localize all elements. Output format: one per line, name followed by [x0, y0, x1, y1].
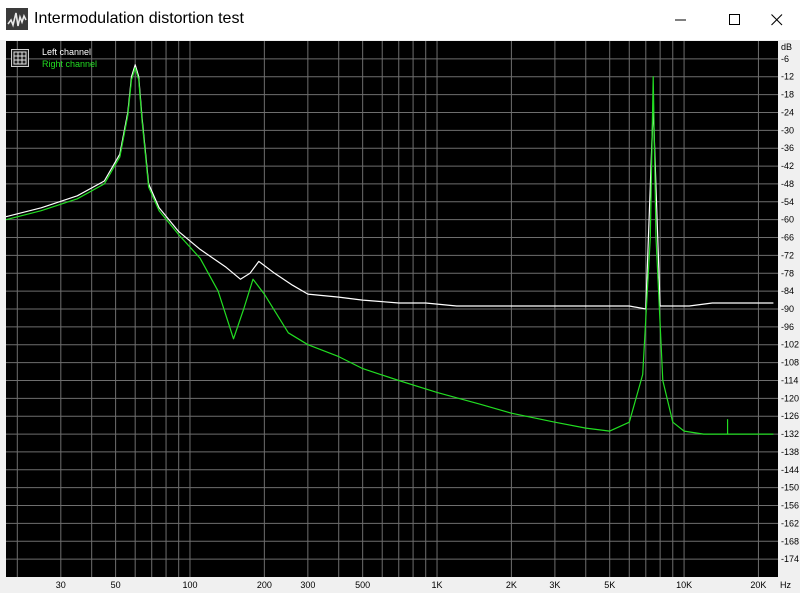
x-tick-label: 500	[355, 580, 370, 590]
y-tick-label: -156	[781, 501, 799, 511]
y-tick-label: -132	[781, 429, 799, 439]
x-tick-label: 5K	[604, 580, 615, 590]
y-tick-label: -18	[781, 90, 794, 100]
y-tick-label: -78	[781, 268, 794, 278]
y-tick-label: -120	[781, 393, 799, 403]
y-tick-label: -150	[781, 483, 799, 493]
y-tick-label: -102	[781, 340, 799, 350]
y-tick-label: -84	[781, 286, 794, 296]
y-tick-label: -138	[781, 447, 799, 457]
y-tick-label: -6	[781, 54, 789, 64]
y-tick-label: -144	[781, 465, 799, 475]
x-tick-label: 3K	[549, 580, 560, 590]
y-tick-labels: -6 -12 -18 -24 -30 -36 -42 -48 -54 -60 -66 -72 -78 -8…	[781, 54, 799, 564]
x-tick-label: 1K	[432, 580, 443, 590]
y-tick-label: -90	[781, 304, 794, 314]
y-tick-label: -108	[781, 358, 799, 368]
legend-left-channel: Left channel	[42, 47, 92, 57]
x-tick-label: 20K	[750, 580, 766, 590]
y-tick-label: -42	[781, 161, 794, 171]
y-tick-label: -60	[781, 215, 794, 225]
y-tick-label: -66	[781, 233, 794, 243]
y-tick-label: -174	[781, 554, 799, 564]
legend-right-channel: Right channel	[42, 59, 98, 69]
x-tick-label: 2K	[506, 580, 517, 590]
y-tick-label: -54	[781, 197, 794, 207]
y-tick-label: -114	[781, 375, 798, 385]
x-tick-label: 30	[56, 580, 66, 590]
y-tick-label: -24	[781, 107, 794, 117]
x-tick-label: 100	[182, 580, 197, 590]
y-axis-unit-label: dB	[781, 42, 792, 52]
spectrum-chart[interactable]: 30 50 100 200 300 500 1K 2K 3K 5K 10K 20K -6-12-18-…	[0, 0, 800, 593]
y-tick-label: -126	[781, 411, 799, 421]
y-tick-label: -72	[781, 250, 794, 260]
x-tick-labels: 30 50 100 200 300 500 1K 2K 3K 5K 10K 20K	[56, 580, 767, 590]
x-tick-label: 50	[111, 580, 121, 590]
y-tick-label: -168	[781, 536, 799, 546]
x-axis-unit-label: Hz	[780, 580, 791, 590]
y-tick-label: -162	[781, 518, 799, 528]
x-tick-label: 200	[257, 580, 272, 590]
y-tick-label: -30	[781, 125, 794, 135]
y-tick-label: -48	[781, 179, 794, 189]
x-tick-label: 10K	[676, 580, 692, 590]
analyzer-window: Intermodulation distortion test 30 50 100 2…	[0, 0, 800, 593]
y-tick-label: -12	[781, 72, 794, 82]
x-tick-label: 300	[300, 580, 315, 590]
legend-toggle-icon[interactable]	[11, 49, 29, 67]
y-tick-label: -36	[781, 143, 794, 153]
y-tick-label: -96	[781, 322, 794, 332]
